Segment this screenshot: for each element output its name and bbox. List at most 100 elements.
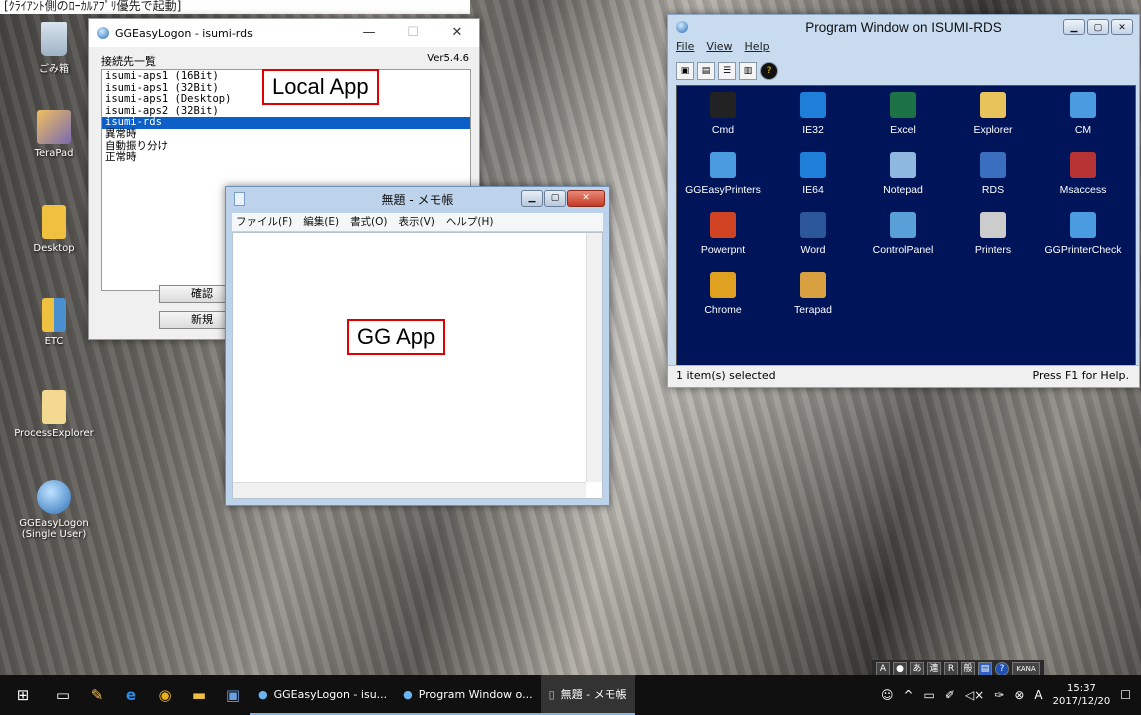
recycle-bin-icon [41, 22, 67, 56]
app-excel[interactable]: Excel [860, 92, 946, 136]
ime-a-icon[interactable]: A [1034, 688, 1042, 702]
app-cmd[interactable]: Cmd [680, 92, 766, 136]
app-ie32[interactable]: IE32 [770, 92, 856, 136]
menu-item[interactable]: 表示(V) [399, 213, 435, 231]
pen-icon[interactable]: ✐ [945, 688, 955, 702]
ime-conversion-icon[interactable]: 連 [927, 662, 941, 676]
maximize-button[interactable]: ▢ [1087, 19, 1109, 35]
app-label: Word [800, 244, 826, 256]
ime-help-icon[interactable]: ? [995, 662, 1009, 676]
app-ie64[interactable]: IE64 [770, 152, 856, 196]
app-controlpanel[interactable]: ControlPanel [860, 212, 946, 256]
app-label: Explorer [973, 124, 1013, 136]
desktop-icon-processexplorer[interactable]: ProcessExplorer [12, 390, 96, 439]
app-printers[interactable]: Printers [950, 212, 1036, 256]
app-powerpnt[interactable]: Powerpnt [680, 212, 766, 256]
terapad-icon [800, 272, 826, 298]
menu-item-help[interactable]: Help [745, 40, 770, 53]
menu-item[interactable]: ヘルプ(H) [446, 213, 494, 231]
horizontal-scrollbar[interactable] [233, 482, 586, 498]
details-view-icon[interactable]: ▥ [739, 62, 757, 80]
maximize-button[interactable]: ☐ [391, 19, 435, 47]
minimize-button[interactable]: — [347, 19, 391, 47]
terapad-taskbar-icon[interactable]: ✎ [80, 675, 114, 715]
ime-pad-icon[interactable]: 般 [961, 662, 975, 676]
app-notepad[interactable]: Notepad [860, 152, 946, 196]
app-label: CM [1074, 124, 1092, 136]
volume-icon[interactable]: ◁× [965, 688, 984, 702]
program-window: Program Window on ISUMI-RDS ▁ ▢ ✕ File Vi… [667, 14, 1140, 388]
app-rds[interactable]: RDS [950, 152, 1036, 196]
desktop-icon-etc[interactable]: ETC [12, 298, 96, 347]
close-button[interactable]: ✕ [567, 190, 605, 207]
ime-tool-icon[interactable]: ▤ [978, 662, 992, 676]
ime-mode-icon[interactable]: A [876, 662, 890, 676]
ie-taskbar-icon[interactable]: e [114, 675, 148, 715]
app-cm[interactable]: CM [1040, 92, 1126, 136]
title-bar: 無題 - メモ帳 ▁ ▢ ✕ [226, 187, 609, 211]
app-ggeasyprinters[interactable]: GGEasyPrinters [680, 152, 766, 196]
menu-item[interactable]: ファイル(F) [236, 213, 292, 231]
app-terapad[interactable]: Terapad [770, 272, 856, 316]
app-word[interactable]: Word [770, 212, 856, 256]
list-item[interactable]: 異常時 [102, 128, 470, 141]
maximize-button[interactable]: ▢ [544, 190, 566, 207]
text-editor[interactable] [232, 232, 603, 499]
vertical-scrollbar[interactable] [586, 233, 602, 482]
small-icons-view-icon[interactable]: ▤ [697, 62, 715, 80]
cm-icon [1070, 92, 1096, 118]
app-label: Terapad [794, 304, 832, 316]
app-label: Chrome [704, 304, 742, 316]
chrome-taskbar-icon[interactable]: ◉ [148, 675, 182, 715]
menu-item-view[interactable]: View [706, 40, 732, 53]
desktop-icon-terapad[interactable]: TeraPad [12, 110, 96, 159]
powerpnt-icon [710, 212, 736, 238]
app-msaccess[interactable]: Msaccess [1040, 152, 1126, 196]
start-button[interactable]: ⊞ [0, 675, 46, 715]
desktop-icon-ggeasylogon[interactable]: GGEasyLogon (Single User) [12, 480, 96, 540]
clock[interactable]: 15:37 2017/12/20 [1053, 682, 1111, 708]
taskbar-item-notepad[interactable]: ▯ 無題 - メモ帳 [540, 675, 635, 715]
desktop-icon-desktop[interactable]: Desktop [12, 205, 96, 254]
app-label: Printers [974, 244, 1012, 256]
status-bar: 1 item(s) selected Press F1 for Help. [668, 365, 1139, 387]
close-button[interactable]: ✕ [435, 19, 479, 47]
taskbar-item-ggeasylogon[interactable]: ● GGEasyLogon - isu... [250, 675, 396, 715]
list-item[interactable]: isumi-rds [102, 117, 470, 129]
menu-item-file[interactable]: File [676, 40, 694, 53]
app-chrome[interactable]: Chrome [680, 272, 766, 316]
list-item[interactable]: 自動振り分け [102, 140, 470, 153]
rds-taskbar-icon[interactable]: ▣ [216, 675, 250, 715]
app-label: IE64 [802, 184, 824, 196]
menu-item[interactable]: 書式(O) [350, 213, 387, 231]
system-tray: ☺ ^ ▭ ✐ ◁× ✑ ⊗ A 15:37 2017/12/20 ☐ [881, 675, 1131, 715]
help-icon[interactable]: ? [760, 62, 778, 80]
ime-kana-icon[interactable]: あ [910, 662, 924, 676]
list-item[interactable]: 正常時 [102, 152, 470, 164]
list-view-icon[interactable]: ☰ [718, 62, 736, 80]
task-view-icon[interactable]: ▭ [46, 675, 80, 715]
minimize-button[interactable]: ▁ [521, 190, 543, 207]
taskbar-item-program-window[interactable]: ● Program Window o... [395, 675, 541, 715]
close-button[interactable]: ✕ [1111, 19, 1133, 35]
ime-dot-icon[interactable]: ● [893, 662, 907, 676]
chevron-up-icon[interactable]: ^ [903, 688, 913, 702]
app-ggprintercheck[interactable]: GGPrinterCheck [1040, 212, 1126, 256]
ink-icon[interactable]: ✑ [994, 688, 1004, 702]
desktop-icon-recycle-bin[interactable]: ごみ箱 [12, 22, 96, 75]
desktop-icon-label: ごみ箱 [39, 64, 69, 75]
notification-icon[interactable]: ☐ [1120, 688, 1131, 702]
msaccess-icon [1070, 152, 1096, 178]
large-icons-view-icon[interactable]: ▣ [676, 62, 694, 80]
menu-item[interactable]: 編集(E) [303, 213, 339, 231]
window-title: GGEasyLogon - isumi-rds [115, 26, 253, 40]
ime-r-icon[interactable]: R [944, 662, 958, 676]
app-explorer[interactable]: Explorer [950, 92, 1036, 136]
folder-icon [42, 205, 66, 239]
folder-icon [42, 390, 66, 424]
network-icon[interactable]: ▭ [924, 688, 935, 702]
minimize-button[interactable]: ▁ [1063, 19, 1085, 35]
no-entry-icon[interactable]: ⊗ [1014, 688, 1024, 702]
people-icon[interactable]: ☺ [881, 688, 894, 702]
explorer-taskbar-icon[interactable]: ▬ [182, 675, 216, 715]
